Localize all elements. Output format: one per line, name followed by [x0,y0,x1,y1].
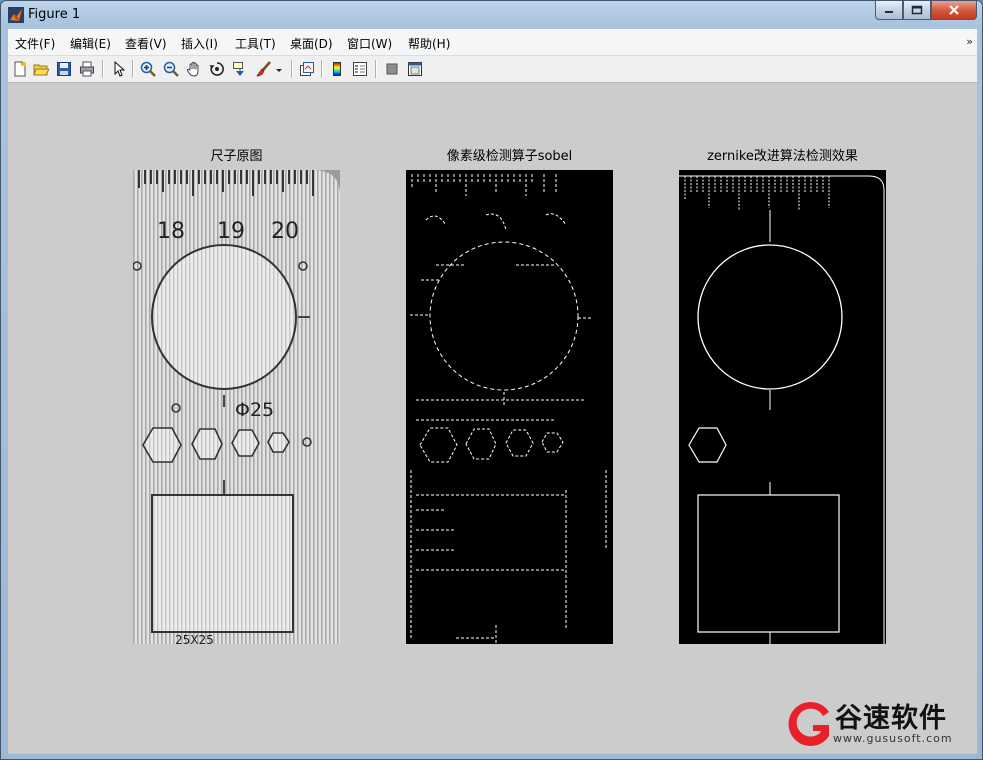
diameter-label: Φ25 [235,399,274,421]
client-area: 文件(F) 编辑(E) 查看(V) 插入(I) 工具(T) 桌面(D) 窗口(W… [8,29,977,754]
figure-toolbar [8,56,977,83]
menu-desktop[interactable]: 桌面(D) [290,35,333,52]
hide-plot-tools-icon [386,63,398,75]
brush-dropdown[interactable] [274,60,284,78]
edit-plot-button[interactable] [110,60,128,78]
menu-window[interactable]: 窗口(W) [347,35,392,52]
ruler-number-19: 19 [217,219,245,244]
brush-icon [256,61,271,77]
minimize-icon [885,11,893,13]
zoom-out-icon [163,61,179,77]
link-plot-icon [300,62,314,76]
zoom-in-button[interactable] [139,60,157,78]
data-cursor-button[interactable] [231,60,249,78]
axes-3-zernike-result[interactable] [679,170,886,644]
square-label: 25X25 [175,633,214,644]
figure-window: Figure 1 文件(F) 编辑(E) 查看(V) 插入(I) 工具(T) 桌… [0,0,983,760]
new-figure-button[interactable] [11,60,29,78]
watermark: 谷速软件 www.gususoft.com [777,694,977,754]
axes-2-title: 像素级检测算子sobel [446,149,573,164]
menu-help[interactable]: 帮助(H) [408,35,450,52]
menu-view[interactable]: 查看(V) [125,35,167,52]
insert-colorbar-icon [333,62,341,76]
axes-1-title: 尺子原图 [210,149,263,164]
maximize-icon [911,5,923,15]
open-file-button[interactable] [32,60,50,78]
print-icon [80,61,94,77]
menu-overflow-icon[interactable]: » [966,35,973,48]
window-controls [875,1,977,21]
save-icon [57,62,71,76]
data-cursor-icon [233,62,244,76]
menu-tools[interactable]: 工具(T) [235,35,276,52]
link-plot-button[interactable] [298,60,316,78]
insert-legend-button[interactable] [351,60,369,78]
menu-insert[interactable]: 插入(I) [181,35,218,52]
save-button[interactable] [55,60,73,78]
close-button[interactable] [931,1,977,20]
menu-bar: 文件(F) 编辑(E) 查看(V) 插入(I) 工具(T) 桌面(D) 窗口(W… [8,29,977,56]
watermark-text: 谷速软件 [835,703,947,734]
close-icon [949,5,959,15]
minimize-button[interactable] [875,1,903,20]
zoom-out-button[interactable] [162,60,180,78]
zoom-in-icon [140,61,156,77]
rotate-3d-icon [209,62,224,76]
maximize-button[interactable] [903,1,931,20]
ruler-number-20: 20 [271,219,299,244]
menu-file[interactable]: 文件(F) [15,35,55,52]
show-plot-tools-button[interactable] [406,60,424,78]
insert-legend-icon [353,62,367,76]
chevron-down-icon [276,69,282,72]
edit-plot-arrow-icon [114,61,126,77]
title-bar[interactable]: Figure 1 [1,1,982,29]
open-file-icon [33,64,49,76]
menu-edit[interactable]: 编辑(E) [70,35,111,52]
print-button[interactable] [78,60,96,78]
gususoft-logo-icon [788,702,829,746]
ruler-number-18: 18 [157,219,185,244]
hide-plot-tools-button[interactable] [383,60,401,78]
window-title: Figure 1 [28,7,81,22]
show-plot-tools-icon [408,62,422,76]
watermark-url: www.gususoft.com [833,732,953,745]
matlab-logo-icon [8,7,24,23]
pan-hand-icon [186,62,199,77]
rotate-3d-button[interactable] [208,60,226,78]
axes-2-sobel-result[interactable] [406,170,613,644]
axes-3-title: zernike改进算法检测效果 [707,149,858,164]
pan-button[interactable] [185,60,203,78]
brush-button[interactable] [255,60,273,78]
figure-canvas: 尺子原图 像素级检测算子sobel zernike改进算法检测效果 18 19 … [8,83,977,754]
new-figure-icon [14,61,26,77]
axes-1-original-image[interactable]: 18 19 20 Φ25 25X25 [133,170,340,644]
insert-colorbar-button[interactable] [328,60,346,78]
